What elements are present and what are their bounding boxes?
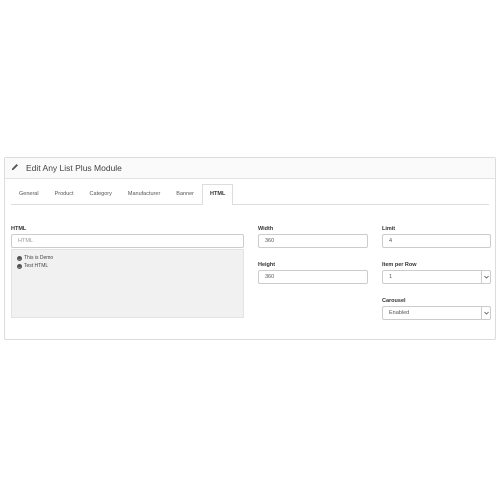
tab-bar: General Product Category Manufacturer Ba…	[11, 184, 489, 205]
html-input[interactable]: HTML	[11, 234, 244, 248]
chevron-down-icon	[481, 307, 490, 319]
panel-heading: Edit Any List Plus Module	[5, 158, 495, 179]
pencil-icon	[11, 163, 21, 173]
module-panel: Edit Any List Plus Module General Produc…	[4, 157, 496, 340]
carousel-select[interactable]: Enabled	[382, 306, 491, 320]
tab-manufacturer[interactable]: Manufacturer	[120, 184, 168, 204]
tab-html[interactable]: HTML	[202, 184, 234, 205]
list-item: – This is Demo	[17, 254, 238, 262]
height-label: Height	[258, 262, 276, 268]
list-item-label: Test HTML	[24, 263, 49, 269]
item-per-row-select[interactable]: 1	[382, 270, 491, 284]
panel-title: Edit Any List Plus Module	[26, 163, 122, 173]
chevron-down-icon	[481, 271, 490, 283]
limit-label: Limit	[382, 226, 396, 232]
width-input[interactable]: 360	[258, 234, 368, 248]
tab-product[interactable]: Product	[47, 184, 82, 204]
list-item: – Test HTML	[17, 262, 238, 270]
limit-input[interactable]: 4	[382, 234, 491, 248]
remove-circle-icon[interactable]: –	[17, 263, 22, 269]
width-label: Width	[258, 226, 274, 232]
tab-banner[interactable]: Banner	[168, 184, 202, 204]
item-per-row-value: 1	[389, 274, 393, 280]
carousel-label: Carousel	[382, 298, 406, 304]
html-label: HTML	[11, 226, 27, 232]
tab-general[interactable]: General	[11, 184, 47, 204]
tab-category[interactable]: Category	[82, 184, 120, 204]
height-input[interactable]: 360	[258, 270, 368, 284]
item-per-row-label: Item per Row	[382, 262, 417, 268]
html-content-area[interactable]: – This is Demo – Test HTML	[11, 249, 244, 318]
remove-circle-icon[interactable]: –	[17, 255, 22, 261]
list-item-label: This is Demo	[24, 255, 54, 261]
carousel-value: Enabled	[389, 310, 410, 316]
